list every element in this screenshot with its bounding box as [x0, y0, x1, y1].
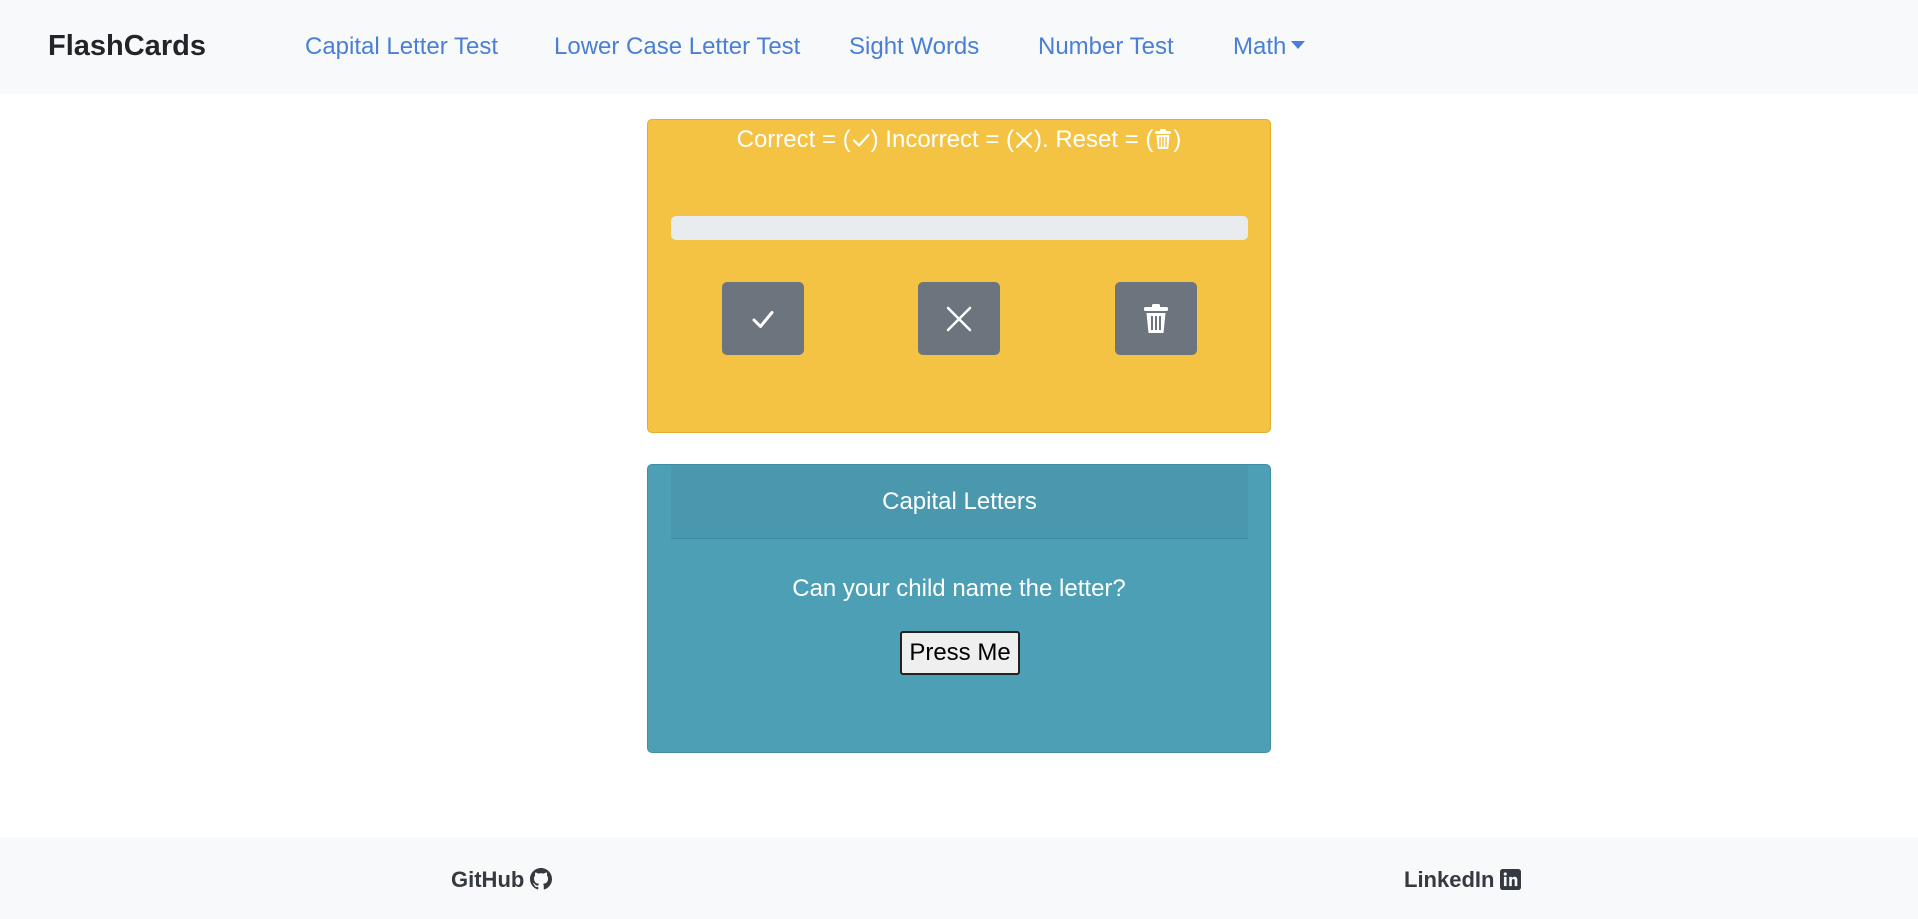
- instructions-reset-text: ). Reset = (: [1034, 126, 1154, 153]
- instructions-close-text: ): [1173, 126, 1182, 153]
- nav-math-dropdown[interactable]: Math: [1233, 31, 1306, 63]
- github-link[interactable]: GitHub: [451, 866, 553, 894]
- caret-down-icon: [1291, 41, 1306, 49]
- instructions: Correct = ( ) Incorrect = ( ). Reset = (): [648, 120, 1270, 160]
- linkedin-icon: [1500, 869, 1522, 890]
- x-icon: [1016, 132, 1033, 148]
- incorrect-button[interactable]: [918, 282, 1000, 355]
- score-card: Correct = ( ) Incorrect = ( ). Reset = (): [647, 119, 1271, 433]
- github-label: GitHub: [451, 867, 525, 892]
- press-me-button[interactable]: Press Me: [900, 631, 1020, 675]
- letter-card-header: Capital Letters: [671, 465, 1248, 539]
- linkedin-link[interactable]: LinkedIn: [1404, 866, 1522, 894]
- letter-prompt: Can your child name the letter?: [792, 575, 1126, 602]
- progress-bar: [671, 216, 1248, 240]
- correct-button[interactable]: [722, 282, 804, 355]
- nav-sight-words[interactable]: Sight Words: [849, 31, 979, 63]
- letter-card: Capital Letters Can your child name the …: [647, 464, 1271, 753]
- nav-number-test[interactable]: Number Test: [1038, 31, 1174, 63]
- linkedin-label: LinkedIn: [1404, 867, 1495, 892]
- x-icon: [946, 306, 972, 331]
- trash-icon: [1144, 303, 1168, 333]
- check-icon: [752, 310, 774, 328]
- footer: GitHub LinkedIn: [0, 837, 1918, 919]
- reset-button[interactable]: [1115, 282, 1197, 355]
- check-icon: [852, 133, 870, 147]
- instructions-correct-text: Correct = (: [736, 126, 851, 153]
- github-icon: [530, 868, 553, 890]
- instructions-incorrect-text: ) Incorrect = (: [870, 126, 1015, 153]
- nav-capital-letter-test[interactable]: Capital Letter Test: [305, 31, 498, 63]
- navbar: FlashCards Capital Letter Test Lower Cas…: [0, 0, 1918, 94]
- brand-link[interactable]: FlashCards: [48, 28, 206, 64]
- nav-lower-case-letter-test[interactable]: Lower Case Letter Test: [554, 31, 800, 63]
- nav-math-label: Math: [1233, 33, 1287, 60]
- trash-icon: [1155, 129, 1172, 149]
